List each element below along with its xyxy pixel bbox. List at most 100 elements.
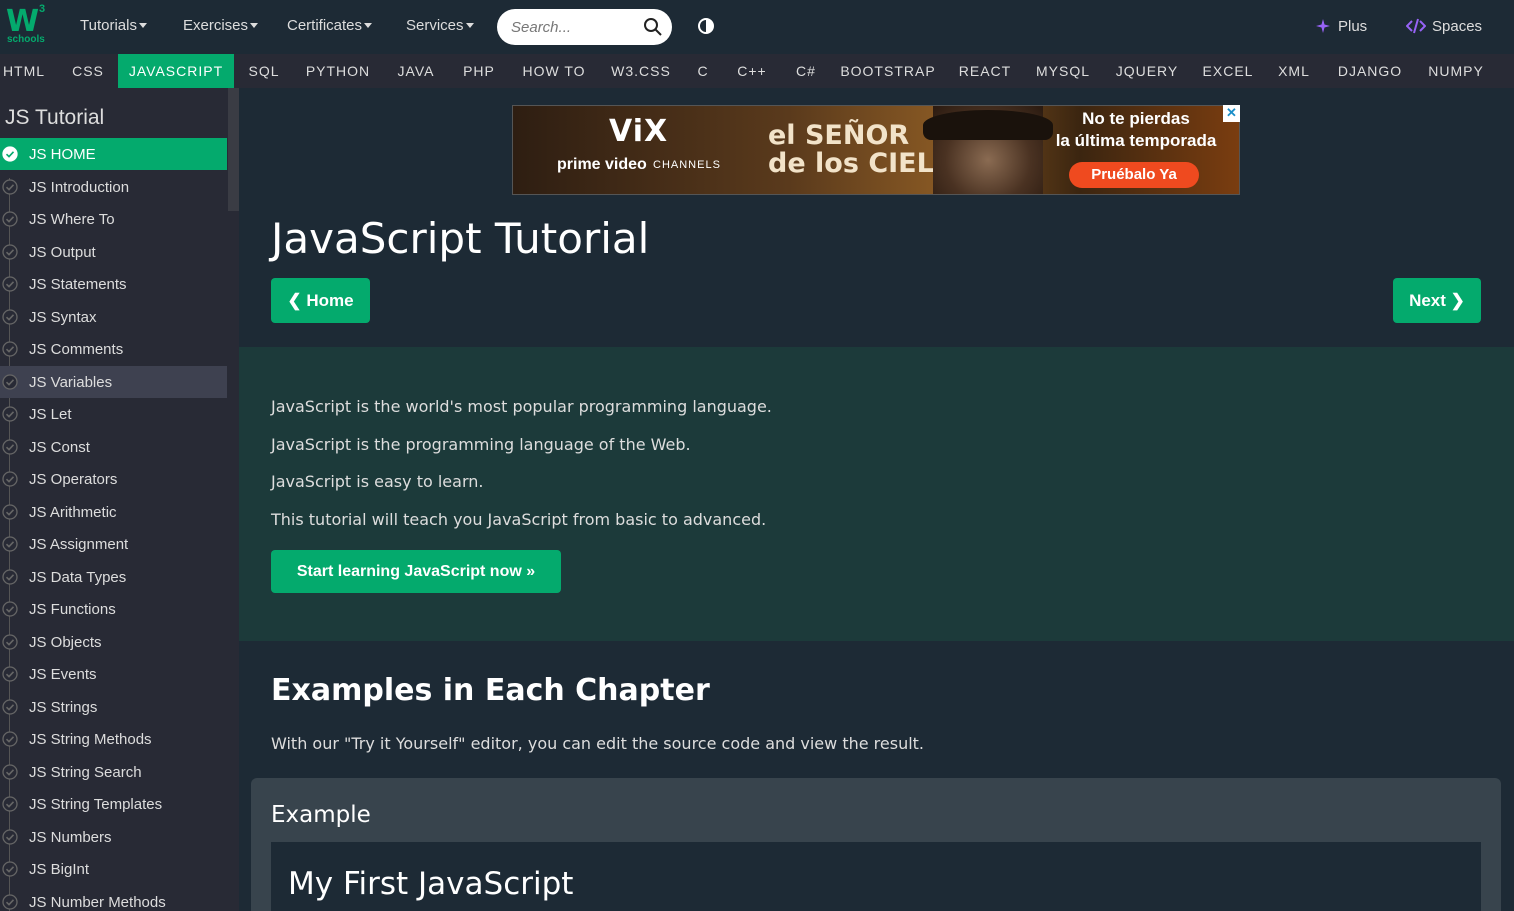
subject-tab-csharp[interactable]: C# bbox=[791, 54, 821, 88]
sidebar-item-label: JS BigInt bbox=[29, 861, 90, 878]
subject-tab-numpy[interactable]: NUMPY bbox=[1425, 54, 1487, 88]
nav-services[interactable]: Services bbox=[406, 17, 474, 34]
check-circle-icon bbox=[2, 276, 18, 292]
sidebar-item[interactable]: JS HOME bbox=[0, 138, 227, 170]
spaces-link[interactable]: Spaces bbox=[1405, 17, 1482, 35]
subject-tab-css[interactable]: CSS bbox=[63, 54, 113, 88]
example-code-area: My First JavaScript bbox=[271, 842, 1481, 911]
example-box: Example My First JavaScript bbox=[251, 778, 1501, 911]
sidebar-item[interactable]: JS Data Types bbox=[0, 561, 227, 593]
sidebar-item[interactable]: JS Introduction bbox=[0, 171, 227, 203]
subject-tab-howto[interactable]: HOW TO bbox=[518, 54, 590, 88]
sidebar-item[interactable]: JS Syntax bbox=[0, 301, 227, 333]
ad-headline-2: la última temporada bbox=[1055, 131, 1217, 150]
intro-paragraph: JavaScript is the world's most popular p… bbox=[271, 397, 772, 416]
sidebar-item[interactable]: JS Variables bbox=[0, 365, 227, 398]
sidebar-item-label: JS Numbers bbox=[29, 828, 112, 846]
sidebar-item[interactable]: JS Events bbox=[0, 658, 227, 690]
sidebar-item[interactable]: JS Operators bbox=[0, 463, 227, 495]
sidebar-item[interactable]: JS String Search bbox=[0, 756, 227, 788]
top-navbar: W 3 schools Tutorials Exercises Certific… bbox=[0, 0, 1514, 54]
subject-tab-excel[interactable]: EXCEL bbox=[1200, 54, 1256, 88]
sidebar-item[interactable]: JS Const bbox=[0, 431, 227, 463]
sidebar-scrollbar[interactable] bbox=[228, 88, 239, 211]
subject-tab-jquery[interactable]: JQUERY bbox=[1112, 54, 1182, 88]
subject-tab-bootstrap[interactable]: BOOTSTRAP bbox=[840, 54, 936, 88]
sidebar-item-label: JS Variables bbox=[29, 373, 113, 391]
sidebar-item[interactable]: JS Arithmetic bbox=[0, 496, 227, 528]
subject-tab-cpp[interactable]: C++ bbox=[732, 54, 772, 88]
w3schools-logo[interactable]: W 3 schools bbox=[6, 3, 50, 48]
sidebar-item[interactable]: JS BigInt bbox=[0, 853, 227, 885]
subject-tab-php[interactable]: PHP bbox=[458, 54, 500, 88]
intro-paragraph: This tutorial will teach you JavaScript … bbox=[271, 510, 767, 529]
plus-link[interactable]: Plus bbox=[1314, 17, 1367, 35]
check-circle-icon bbox=[2, 828, 18, 845]
subject-tab-html[interactable]: HTML bbox=[0, 54, 48, 88]
advertisement-banner[interactable]: ViX prime video CHANNELS el SEÑOR de los… bbox=[512, 105, 1240, 195]
subject-tab-javascript[interactable]: JAVASCRIPT bbox=[118, 54, 234, 88]
sidebar-item[interactable]: JS Functions bbox=[0, 593, 227, 625]
ad-prime-video: prime video bbox=[557, 156, 647, 173]
examples-heading: Examples in Each Chapter bbox=[271, 673, 710, 708]
sidebar-item-label: JS Strings bbox=[29, 698, 98, 716]
nav-certificates[interactable]: Certificates bbox=[287, 17, 373, 34]
check-circle-icon bbox=[2, 373, 18, 390]
nav-exercises[interactable]: Exercises bbox=[183, 17, 259, 34]
sidebar-item[interactable]: JS String Methods bbox=[0, 723, 227, 755]
subject-tab-sql[interactable]: SQL bbox=[243, 54, 285, 88]
home-button[interactable]: ❮ Home bbox=[271, 278, 370, 323]
sidebar-item-label: JS Arithmetic bbox=[29, 503, 117, 521]
check-circle-icon bbox=[2, 406, 18, 422]
sidebar-item[interactable]: JS Comments bbox=[0, 333, 227, 365]
check-circle-icon bbox=[2, 243, 18, 260]
subject-bar: HTML CSS JAVASCRIPT SQL PYTHON JAVA PHP … bbox=[0, 54, 1514, 88]
example-label: Example bbox=[271, 802, 371, 828]
start-learning-button[interactable]: Start learning JavaScript now » bbox=[271, 550, 561, 593]
sidebar-item[interactable]: JS Let bbox=[0, 398, 227, 430]
intro-paragraph: JavaScript is the programming language o… bbox=[271, 435, 691, 454]
search-input[interactable] bbox=[511, 17, 631, 37]
sidebar-item[interactable]: JS Where To bbox=[0, 203, 227, 235]
sidebar-item-label: JS Number Methods bbox=[29, 893, 166, 911]
sidebar-item[interactable]: JS Strings bbox=[0, 691, 227, 723]
check-circle-icon bbox=[2, 763, 18, 780]
sidebar-item-label: JS Const bbox=[29, 438, 90, 456]
logo-subtext: schools bbox=[7, 34, 45, 45]
search-icon[interactable] bbox=[643, 17, 663, 37]
sidebar-item[interactable]: JS Assignment bbox=[0, 528, 227, 560]
sidebar-item[interactable]: JS Numbers bbox=[0, 821, 227, 853]
sidebar-item-label: JS Let bbox=[29, 406, 72, 423]
subject-tab-xml[interactable]: XML bbox=[1274, 54, 1314, 88]
subject-tab-mysql[interactable]: MYSQL bbox=[1033, 54, 1093, 88]
subject-tab-c[interactable]: C bbox=[692, 54, 714, 88]
subject-tab-java[interactable]: JAVA bbox=[393, 54, 439, 88]
subject-tab-django[interactable]: DJANGO bbox=[1334, 54, 1406, 88]
sidebar: JS Tutorial JS HOME JS Introduction JS Whe… bbox=[0, 88, 239, 911]
sidebar-item[interactable]: JS Number Methods bbox=[0, 886, 227, 911]
sidebar-item-label: JS HOME bbox=[29, 146, 96, 163]
sidebar-item[interactable]: JS Output bbox=[0, 236, 227, 268]
sidebar-item[interactable]: JS Objects bbox=[0, 626, 227, 658]
check-circle-icon bbox=[2, 503, 18, 520]
check-circle-icon bbox=[2, 633, 18, 650]
next-button[interactable]: Next ❯ bbox=[1393, 278, 1481, 323]
subject-tab-python[interactable]: PYTHON bbox=[303, 54, 373, 88]
ad-channels: CHANNELS bbox=[653, 159, 721, 171]
subject-tab-w3css[interactable]: W3.CSS bbox=[608, 54, 674, 88]
sidebar-item[interactable]: JS String Templates bbox=[0, 788, 227, 820]
ad-cta-button[interactable]: Pruébalo Ya bbox=[1069, 162, 1199, 188]
subject-tab-react[interactable]: REACT bbox=[956, 54, 1014, 88]
check-circle-icon bbox=[2, 536, 18, 552]
nav-tutorials-label: Tutorials bbox=[80, 17, 137, 34]
logo-superscript: 3 bbox=[39, 3, 46, 15]
check-circle-icon bbox=[2, 341, 18, 357]
intro-paragraph: JavaScript is easy to learn. bbox=[271, 472, 484, 491]
contrast-toggle-icon[interactable] bbox=[698, 18, 714, 34]
sidebar-item[interactable]: JS Statements bbox=[0, 268, 227, 300]
ad-close-icon[interactable]: ✕ bbox=[1223, 105, 1240, 122]
sidebar-item-label: JS Data Types bbox=[29, 568, 127, 586]
sidebar-item-label: JS Comments bbox=[29, 341, 124, 358]
sidebar-item-label: JS Functions bbox=[29, 601, 116, 618]
nav-tutorials[interactable]: Tutorials bbox=[80, 17, 147, 34]
